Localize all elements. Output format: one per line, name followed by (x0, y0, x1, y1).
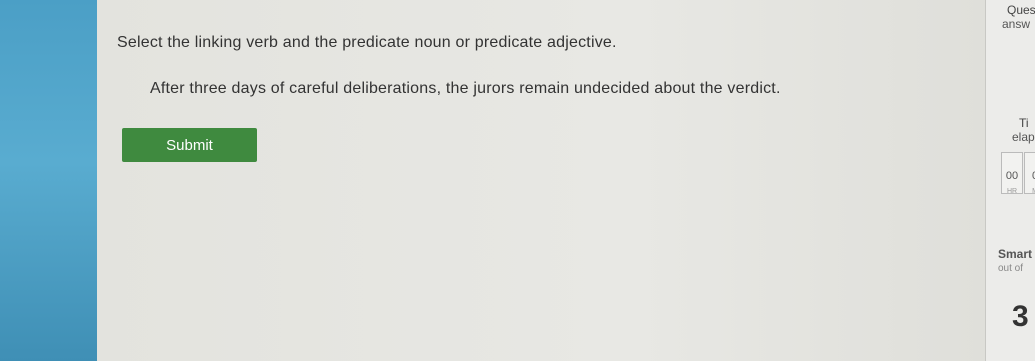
timer-minutes-unit: M (1025, 188, 1035, 195)
progress-sidebar: Ques answ Ti elap 00 HR 0 M Smart out of… (985, 0, 1035, 361)
submit-button[interactable]: Submit (122, 128, 257, 162)
time-elapsed-label: elap (1012, 130, 1035, 144)
question-instruction: Select the linking verb and the predicat… (117, 34, 617, 51)
timer-minutes-value: 0 (1025, 170, 1035, 182)
time-elapsed-title: Ti (1019, 116, 1029, 130)
timer-hours: 00 HR (1001, 152, 1023, 195)
smartscore-value: 3 (1012, 300, 1029, 333)
timer-minutes: 0 M (1024, 152, 1035, 195)
question-sentence[interactable]: After three days of careful deliberation… (150, 80, 781, 98)
timer-hours-unit: HR (1006, 188, 1018, 195)
question-area: Select the linking verb and the predicat… (97, 0, 985, 361)
questions-answered-label: answ (1002, 17, 1031, 31)
timer-hours-value: 00 (1005, 170, 1019, 182)
smartscore-title: Smart (998, 247, 1033, 261)
questions-answered-title: Ques (1007, 3, 1035, 17)
left-sidebar-bar (0, 0, 97, 361)
smartscore-subtitle: out of (998, 263, 1024, 274)
